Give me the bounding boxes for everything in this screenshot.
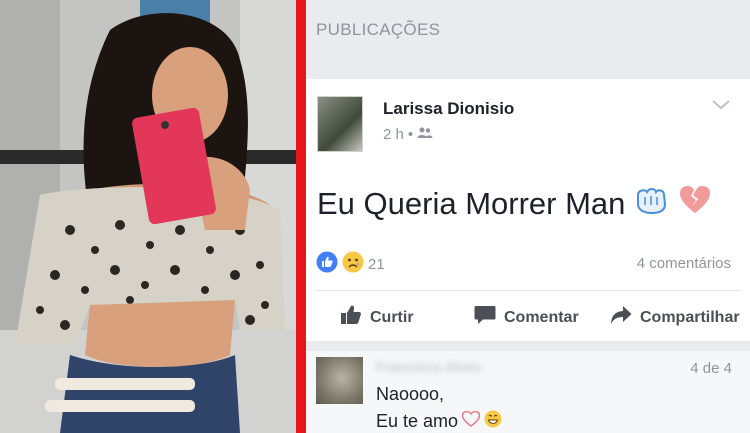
reaction-count: 21 <box>368 255 385 273</box>
comment-text-line2: Eu te amo <box>376 411 459 431</box>
fist-emoji-icon <box>635 185 669 223</box>
broken-heart-icon <box>679 185 711 223</box>
comment: Francisca Alves 4 de 4 Naoooo, Eu te amo <box>306 351 750 433</box>
comment-bubble-icon <box>474 305 496 330</box>
heart-emoji-icon <box>461 410 481 432</box>
comment-author[interactable]: Francisca Alves <box>376 359 481 376</box>
post-actions: Curtir Comentar Compartilhar <box>306 299 750 333</box>
facebook-feed: PUBLICAÇÕES Larissa Dionisio 2 h • Eu Qu… <box>306 0 750 433</box>
like-button[interactable]: Curtir <box>340 305 414 330</box>
sad-reaction-icon <box>342 251 364 277</box>
chevron-down-icon[interactable] <box>712 97 730 115</box>
post-author[interactable]: Larissa Dionisio <box>383 99 514 119</box>
comments-count[interactable]: 4 comentários <box>637 255 731 272</box>
selfie-illustration <box>0 0 296 433</box>
reactions[interactable]: 21 <box>316 251 385 277</box>
selfie-photo <box>0 0 296 433</box>
comment-text-line2-row: Eu te amo <box>376 410 502 433</box>
divider <box>316 290 740 291</box>
meta-dot: • <box>407 126 414 143</box>
post-text: Eu Queria Morrer Man <box>317 186 626 221</box>
post-meta: 2 h • <box>383 126 433 143</box>
comment-text-line1: Naoooo, <box>376 384 445 404</box>
like-label: Curtir <box>370 308 414 326</box>
comment-avatar[interactable] <box>316 357 363 404</box>
post-card: Larissa Dionisio 2 h • Eu Queria Morrer … <box>306 79 750 341</box>
share-label: Compartilhar <box>640 308 740 326</box>
comment-page-indicator: 4 de 4 <box>690 360 732 377</box>
comment-button[interactable]: Comentar <box>474 305 579 330</box>
share-arrow-icon <box>610 305 632 330</box>
thumbs-up-icon <box>340 305 362 330</box>
like-reaction-icon <box>316 251 338 277</box>
section-label: PUBLICAÇÕES <box>316 20 441 39</box>
post-text-row: Eu Queria Morrer Man <box>317 185 711 223</box>
red-divider <box>296 0 306 433</box>
share-button[interactable]: Compartilhar <box>610 305 740 330</box>
avatar[interactable] <box>317 96 363 152</box>
post-time[interactable]: 2 h <box>383 126 404 143</box>
grin-emoji-icon <box>484 410 502 433</box>
comment-label: Comentar <box>504 308 579 326</box>
friends-icon <box>417 126 433 143</box>
